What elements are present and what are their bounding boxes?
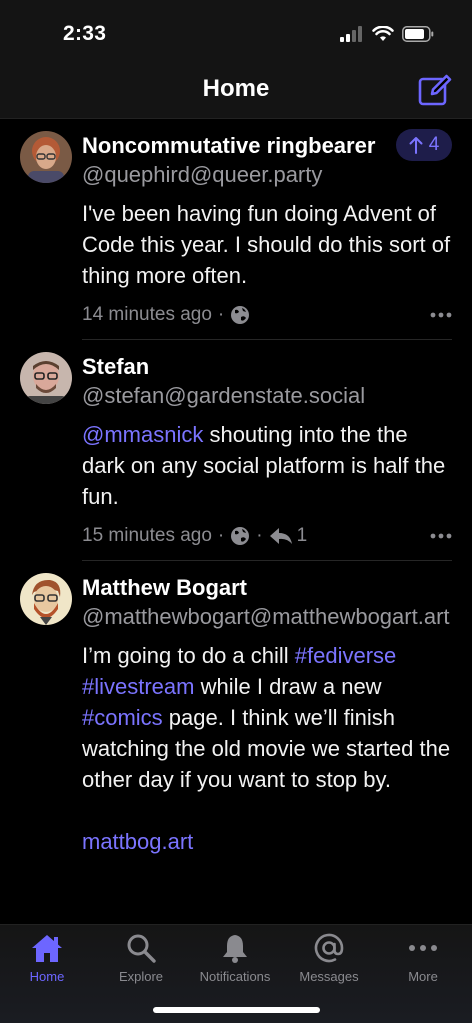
- hashtag-link[interactable]: #fediverse: [295, 643, 397, 668]
- tab-label: More: [408, 969, 438, 984]
- post-author-handle[interactable]: @matthewbogart@matthewbogart.art: [82, 602, 452, 632]
- post-body: I've been having fun doing Advent of Cod…: [82, 198, 452, 291]
- tab-label: Notifications: [199, 969, 271, 984]
- status-time: 2:33: [63, 22, 107, 45]
- status-bar: 2:33: [0, 0, 472, 62]
- tab-home[interactable]: Home: [2, 933, 92, 984]
- more-options-icon[interactable]: [430, 533, 452, 539]
- post-body: I’m going to do a chill #fediverse #live…: [82, 640, 452, 795]
- avatar[interactable]: [20, 131, 72, 183]
- new-posts-badge[interactable]: 4: [396, 129, 452, 161]
- avatar[interactable]: [20, 352, 72, 404]
- globe-icon: [231, 527, 250, 545]
- external-link[interactable]: mattbog.art: [82, 826, 452, 857]
- tab-label: Home: [29, 969, 65, 984]
- post-timestamp[interactable]: 14 minutes ago: [82, 304, 212, 326]
- status-icons: [340, 26, 434, 42]
- tab-more[interactable]: More: [378, 933, 468, 984]
- battery-icon: [402, 26, 434, 42]
- hashtag-link[interactable]: #livestream: [82, 674, 194, 699]
- tab-label: Explore: [118, 969, 164, 984]
- more-options-icon[interactable]: [430, 312, 452, 318]
- timeline-post[interactable]: Matthew Bogart @matthewbogart@matthewbog…: [0, 561, 472, 857]
- navigation-bar: Home: [0, 62, 472, 119]
- post-body-text: I’m going to do a chill: [82, 643, 295, 668]
- home-icon: [32, 935, 62, 962]
- post-meta: 14 minutes ago ·: [82, 303, 452, 327]
- page-title: Home: [202, 75, 270, 102]
- home-indicator[interactable]: [153, 1007, 320, 1013]
- compose-icon[interactable]: [418, 73, 452, 107]
- cellular-signal-icon: [340, 26, 362, 42]
- globe-icon: [231, 306, 250, 324]
- hashtag-link[interactable]: #comics: [82, 705, 163, 730]
- ellipsis-icon: [409, 945, 437, 951]
- arrow-up-icon: [409, 137, 423, 154]
- separator-dot: ·: [217, 304, 225, 325]
- tab-explore[interactable]: Explore: [96, 933, 186, 984]
- reply-count: 1: [296, 525, 308, 546]
- avatar[interactable]: [20, 573, 72, 625]
- search-icon: [127, 934, 156, 963]
- post-author-name[interactable]: Noncommutative ringbearer: [82, 131, 392, 160]
- tab-label: Messages: [299, 969, 359, 984]
- bell-icon: [223, 935, 247, 963]
- at-icon: [314, 933, 344, 963]
- timeline[interactable]: Noncommutative ringbearer @quephird@quee…: [0, 119, 472, 924]
- post-author-name[interactable]: Matthew Bogart: [82, 573, 452, 602]
- wifi-icon: [372, 26, 394, 41]
- post-author-handle[interactable]: @quephird@queer.party: [82, 160, 452, 190]
- timeline-post[interactable]: Stefan @stefan@gardenstate.social @mmasn…: [0, 340, 472, 561]
- post-author-handle[interactable]: @stefan@gardenstate.social: [82, 381, 452, 411]
- tab-notifications[interactable]: Notifications: [190, 933, 280, 984]
- post-meta: 15 minutes ago · · 1: [82, 524, 452, 548]
- separator-dot: ·: [217, 525, 225, 546]
- post-body: @mmasnick shouting into the the dark on …: [82, 419, 452, 512]
- post-body-text: while I draw a new: [194, 674, 382, 699]
- post-author-name[interactable]: Stefan: [82, 352, 452, 381]
- post-body-text: I've been having fun doing Advent of Cod…: [82, 201, 451, 288]
- separator-dot: ·: [256, 525, 263, 546]
- tab-messages[interactable]: Messages: [284, 933, 374, 984]
- post-timestamp[interactable]: 15 minutes ago: [82, 525, 212, 547]
- new-posts-count: 4: [428, 134, 440, 155]
- reply-icon[interactable]: [269, 526, 293, 546]
- mention-link[interactable]: @mmasnick: [82, 422, 203, 447]
